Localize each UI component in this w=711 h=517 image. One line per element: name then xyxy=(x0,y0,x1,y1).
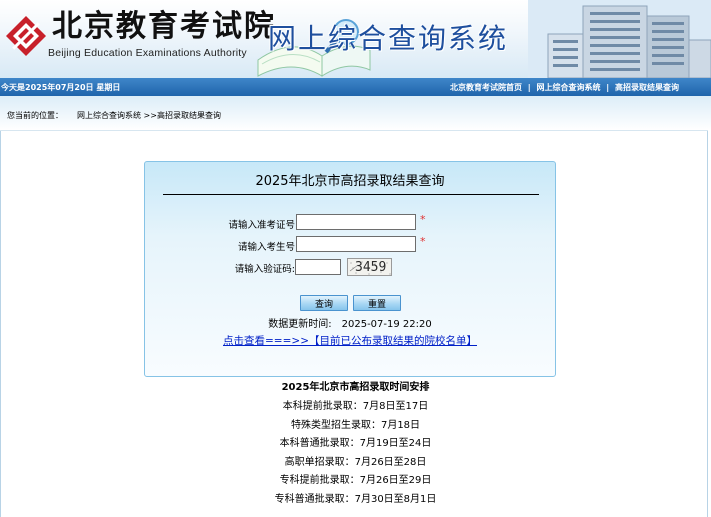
query-panel: 2025年北京市高招录取结果查询 请输入准考证号 * 请输入考生号 * 请输入验… xyxy=(144,161,556,377)
update-time-label: 数据更新时间: xyxy=(268,319,332,330)
captcha-text: 3459 xyxy=(355,260,387,275)
site-title: 网上综合查询系统 xyxy=(268,22,509,55)
nav-separator: | xyxy=(527,83,531,92)
schedule-item: 本科普通批录取：7月19日至24日 xyxy=(279,438,432,449)
breadcrumb-label: 您当前的位置： xyxy=(7,111,63,120)
title-divider xyxy=(163,194,539,195)
schedule-title: 2025年北京市高招录取时间安排 xyxy=(281,382,430,393)
breadcrumb: 您当前的位置： 网上综合查询系统 >>高招录取结果查询 xyxy=(7,110,221,121)
student-id-required-mark: * xyxy=(420,235,426,248)
published-list-link-row: 点击查看===>>【目前已公布录取结果的院校名单】 xyxy=(145,333,555,348)
building-illustration-icon xyxy=(528,0,711,78)
schedule-item: 专科普通批录取：7月30日至8月1日 xyxy=(274,493,437,505)
today-date: 今天是2025年07月20日 星期日 xyxy=(1,83,121,92)
header-banner: 北京教育考试院 Beijing Education Examinations A… xyxy=(0,0,711,78)
published-schools-link[interactable]: 点击查看===>>【目前已公布录取结果的院校名单】 xyxy=(223,335,477,347)
nav-separator: | xyxy=(606,83,610,92)
exam-id-label: 请输入准考证号 xyxy=(228,220,295,231)
schedule-item: 高职单招录取：7月26日至28日 xyxy=(284,456,427,468)
reset-button[interactable]: 重置 xyxy=(353,295,401,311)
nav-link-query-system[interactable]: 网上综合查询系统 xyxy=(536,83,600,92)
schedule-item: 专科提前批录取：7月26日至29日 xyxy=(279,475,432,486)
nav-link-admission-query[interactable]: 高招录取结果查询 xyxy=(615,83,679,92)
admission-schedule: 2025年北京市高招录取时间安排 本科提前批录取：7月8日至17日 特殊类型招生… xyxy=(0,381,711,511)
captcha-input[interactable] xyxy=(295,259,341,275)
update-time-value: 2025-07-19 22:20 xyxy=(341,319,432,330)
exam-id-input[interactable] xyxy=(296,214,416,230)
logo-chinese-name: 北京教育考试院 xyxy=(52,9,276,44)
captcha-label: 请输入验证码: xyxy=(234,264,295,275)
nav-links: 北京教育考试院首页 | 网上综合查询系统 | 高招录取结果查询 xyxy=(450,82,679,93)
nav-link-home[interactable]: 北京教育考试院首页 xyxy=(450,83,522,92)
submit-button[interactable]: 查询 xyxy=(300,295,348,311)
exam-id-required-mark: * xyxy=(420,213,426,226)
query-panel-title: 2025年北京市高招录取结果查询 xyxy=(255,174,445,189)
student-id-input[interactable] xyxy=(296,236,416,252)
student-id-label: 请输入考生号 xyxy=(237,242,295,253)
exam-authority-logo-icon xyxy=(6,16,46,56)
logo-english-name: Beijing Education Examinations Authority xyxy=(48,47,247,59)
schedule-item: 特殊类型招生录取：7月18日 xyxy=(290,419,421,431)
update-time-line: 数据更新时间: 2025-07-19 22:20 xyxy=(145,315,555,330)
top-nav-bar: 今天是2025年07月20日 星期日 北京教育考试院首页 | 网上综合查询系统 … xyxy=(0,78,711,96)
schedule-item: 本科提前批录取：7月8日至17日 xyxy=(282,401,429,412)
content-border-top xyxy=(0,130,708,131)
captcha-image[interactable]: 3459 xyxy=(347,258,392,276)
breadcrumb-path: 网上综合查询系统 >>高招录取结果查询 xyxy=(77,111,221,120)
